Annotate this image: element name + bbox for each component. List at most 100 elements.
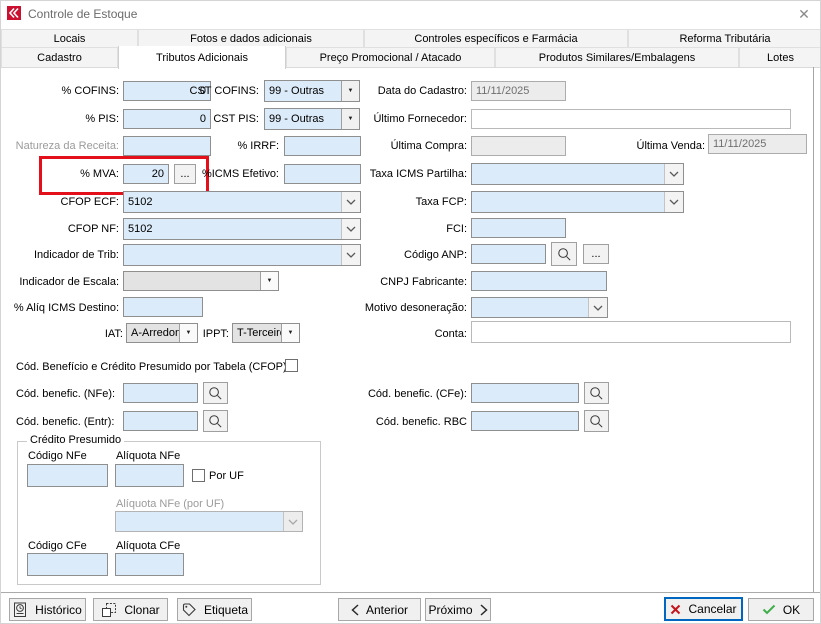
aliquota-nfe-uf-label: Alíquota NFe (por UF) xyxy=(116,497,224,511)
cfop-ecf-select[interactable]: 5102 xyxy=(123,191,361,213)
ultima-compra-label: Última Compra: xyxy=(341,139,467,153)
fci-input[interactable] xyxy=(471,218,566,238)
codigo-cfe-label: Código CFe xyxy=(28,539,87,553)
search-icon xyxy=(557,247,572,262)
ultimo-fornecedor-input[interactable] xyxy=(471,109,791,129)
benefic-entr-search-button[interactable] xyxy=(203,410,228,432)
cancel-x-icon xyxy=(670,604,681,615)
mva-label: % MVA: xyxy=(11,167,119,181)
mva-input[interactable]: 20 xyxy=(123,164,169,184)
indicador-escala-select[interactable]: ▼ xyxy=(123,271,279,291)
tab-controles-especificos-farmacia[interactable]: Controles específicos e Farmácia xyxy=(364,29,628,48)
search-icon xyxy=(589,414,604,429)
cfop-ecf-label: CFOP ECF: xyxy=(11,195,119,209)
benefic-cfe-search-button[interactable] xyxy=(584,382,609,404)
content-right-border xyxy=(813,67,814,592)
aliq-icms-destino-input[interactable] xyxy=(123,297,203,317)
tab-produtos-similares-embalagens[interactable]: Produtos Similares/Embalagens xyxy=(495,47,739,68)
tab-cadastro[interactable]: Cadastro xyxy=(1,47,118,68)
codigo-cfe-input[interactable] xyxy=(27,553,108,576)
tab-tributos-adicionais[interactable]: Tributos Adicionais xyxy=(118,46,286,69)
cofins-label: % COFINS: xyxy=(11,84,119,98)
active-tab-joint xyxy=(119,67,285,69)
taxa-icms-partilha-label: Taxa ICMS Partilha: xyxy=(341,167,467,181)
aliquota-cfe-input[interactable] xyxy=(115,553,184,576)
anterior-button[interactable]: Anterior xyxy=(338,598,421,621)
window-title: Controle de Estoque xyxy=(28,7,137,21)
ultimo-fornecedor-label: Último Fornecedor: xyxy=(341,112,467,126)
benefic-cfe-input[interactable] xyxy=(471,383,579,403)
chevron-down-icon[interactable] xyxy=(664,192,683,212)
check-icon xyxy=(762,604,776,615)
history-icon xyxy=(13,602,28,618)
cfop-nf-select[interactable]: 5102 xyxy=(123,218,361,240)
chevron-down-icon xyxy=(283,512,302,531)
codigo-nfe-input[interactable] xyxy=(27,464,108,487)
aliquota-nfe-uf-select xyxy=(115,511,303,532)
clone-icon xyxy=(101,602,117,618)
por-uf-label: Por UF xyxy=(209,469,244,483)
clonar-button[interactable]: Clonar xyxy=(93,598,168,621)
pis-label: % PIS: xyxy=(11,112,119,126)
indicador-trib-select[interactable] xyxy=(123,244,361,266)
cst-cofins-label: CST COFINS: xyxy=(151,84,259,98)
tab-preco-promocional-atacado[interactable]: Preço Promocional / Atacado xyxy=(286,47,495,68)
dropdown-arrow-icon[interactable]: ▼ xyxy=(281,324,299,342)
tag-icon xyxy=(181,602,197,618)
aliq-icms-destino-label: % Alíq ICMS Destino: xyxy=(6,301,119,315)
cancelar-button[interactable]: Cancelar xyxy=(664,597,743,621)
titlebar: Controle de Estoque ✕ xyxy=(1,1,820,27)
codigo-nfe-label: Código NFe xyxy=(28,449,87,463)
dropdown-arrow-icon[interactable]: ▼ xyxy=(260,272,278,290)
conta-input[interactable] xyxy=(471,321,791,343)
por-uf-checkbox[interactable] xyxy=(192,469,205,482)
iat-select[interactable]: A-Arredondamento ▼ xyxy=(126,323,198,343)
tab-reforma-tributaria[interactable]: Reforma Tributária xyxy=(628,29,821,48)
ok-button[interactable]: OK xyxy=(748,598,814,621)
ippt-select[interactable]: T-Terceiros ▼ xyxy=(232,323,300,343)
proximo-button[interactable]: Próximo xyxy=(425,598,491,621)
motivo-desoneracao-select[interactable] xyxy=(471,297,608,318)
cnpj-fabricante-input[interactable] xyxy=(471,271,607,291)
chevron-down-icon[interactable] xyxy=(588,298,607,317)
controle-de-estoque-dialog: Controle de Estoque ✕ Locais Fotos e dad… xyxy=(0,0,821,624)
benefic-nfe-search-button[interactable] xyxy=(203,382,228,404)
benefic-nfe-input[interactable] xyxy=(123,383,198,403)
icms-efetivo-label: %ICMS Efetivo: xyxy=(171,167,279,181)
benefic-cfe-label: Cód. benefic. (CFe): xyxy=(357,387,467,401)
data-cadastro-label: Data do Cadastro: xyxy=(341,84,467,98)
aliquota-cfe-label: Alíquota CFe xyxy=(116,539,180,553)
search-icon xyxy=(208,414,223,429)
cnpj-fabricante-label: CNPJ Fabricante: xyxy=(341,275,467,289)
motivo-desoneracao-label: Motivo desoneração: xyxy=(341,301,467,315)
dropdown-arrow-icon[interactable]: ▼ xyxy=(179,324,197,342)
anp-search-button[interactable] xyxy=(551,242,577,266)
benefic-entr-input[interactable] xyxy=(123,411,198,431)
codigo-anp-input[interactable] xyxy=(471,244,546,264)
footer-separator-light xyxy=(1,593,821,594)
benefic-rbc-input[interactable] xyxy=(471,411,579,431)
search-icon xyxy=(589,386,604,401)
chevron-down-icon[interactable] xyxy=(664,164,683,184)
cst-pis-label: CST PIS: xyxy=(151,112,259,126)
benefic-rbc-label: Cód. benefic. RBC xyxy=(357,415,467,429)
taxa-fcp-label: Taxa FCP: xyxy=(341,195,467,209)
benefic-rbc-search-button[interactable] xyxy=(584,410,609,432)
benefic-nfe-label: Cód. benefic. (NFe): xyxy=(16,387,115,401)
anp-more-button[interactable]: ... xyxy=(583,244,609,264)
taxa-icms-partilha-select[interactable] xyxy=(471,163,684,185)
data-cadastro-input: 11/11/2025 xyxy=(471,81,566,101)
close-icon[interactable]: ✕ xyxy=(795,5,813,23)
etiqueta-button[interactable]: Etiqueta xyxy=(177,598,252,621)
taxa-fcp-select[interactable] xyxy=(471,191,684,213)
natureza-receita-label: Natureza da Receita: xyxy=(6,139,119,153)
irrf-label: % IRRF: xyxy=(171,139,279,153)
tab-lotes[interactable]: Lotes xyxy=(739,47,821,68)
beneficio-tabela-checkbox[interactable] xyxy=(285,359,298,372)
aliquota-nfe-input[interactable] xyxy=(115,464,184,487)
historico-button[interactable]: Histórico xyxy=(9,598,86,621)
ultima-compra-input xyxy=(471,136,566,156)
indicador-trib-label: Indicador de Trib: xyxy=(11,248,119,262)
indicador-escala-label: Indicador de Escala: xyxy=(6,275,119,289)
cfop-nf-label: CFOP NF: xyxy=(11,222,119,236)
